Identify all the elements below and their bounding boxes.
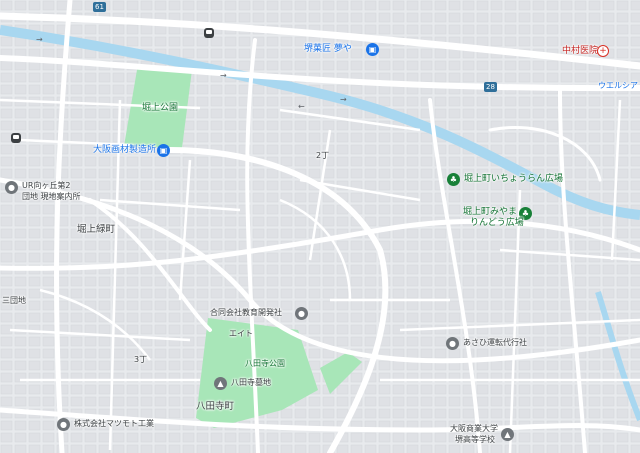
osaka-shogyo-label[interactable]: 大阪商業大学	[450, 425, 498, 433]
gray-circle-icon[interactable]: ●	[57, 418, 70, 431]
ur-mukogaoka-label-2[interactable]: 団地 現地案内所	[22, 193, 81, 201]
gray-circle-icon[interactable]: ●	[5, 181, 18, 194]
miyama-hiroba-label[interactable]: 堀上町みやま	[463, 208, 517, 217]
cross-icon[interactable]: +	[597, 45, 609, 57]
icho-hiroba-label[interactable]: 堀上町いちょうらん広場	[464, 175, 563, 184]
direction-arrow-icon: →	[340, 95, 347, 104]
bus-icon[interactable]	[11, 133, 21, 143]
gray-circle-icon[interactable]: ●	[446, 337, 459, 350]
osaka-shogyo-label-2[interactable]: 堺高等学校	[455, 436, 495, 444]
asahi-unten-label[interactable]: あさひ運転代行社	[463, 339, 527, 347]
chome2-label: 2丁	[316, 151, 330, 160]
miyama-hiroba-label-2[interactable]: りんどう広場	[470, 219, 524, 228]
ur-mukogaoka-label[interactable]: UR向ヶ丘第2	[22, 182, 71, 190]
direction-arrow-icon: ←	[298, 102, 305, 111]
nakamura-clinic-label[interactable]: 中村医院	[562, 47, 598, 56]
hattaji-bochi-label[interactable]: 八田寺墓地	[231, 379, 271, 387]
bus-icon[interactable]	[204, 28, 214, 38]
sakai-meika-label[interactable]: 堺菓匠 夢や	[304, 45, 352, 54]
horigami-park-label[interactable]: 堀上公園	[142, 104, 178, 113]
bag-icon[interactable]: ▣	[157, 144, 170, 157]
park-icon[interactable]: ♣	[447, 173, 460, 186]
osaka-gazai-label[interactable]: 大阪画材製造所	[93, 146, 156, 155]
map-canvas[interactable]: 61 28 → → → ← 堀上公園 大阪画材製造所 ▣ 堺菓匠 夢や ▣ 中村…	[0, 0, 640, 453]
hattaji-town-label: 八田寺町	[196, 401, 235, 412]
welcia-label[interactable]: ウエルシア	[598, 82, 638, 90]
hattaji-park-label[interactable]: 八田寺公園	[245, 360, 285, 368]
horigami-ryokucho-label: 堀上緑町	[77, 224, 116, 235]
eito-label[interactable]: エイト	[229, 330, 253, 338]
bag-icon[interactable]: ▣	[366, 43, 379, 56]
danchi-label: 三団地	[2, 296, 26, 305]
godo-kyoiku-label[interactable]: 合同会社教育開発社	[210, 309, 282, 317]
school-icon[interactable]: ▲	[501, 428, 514, 441]
cemetery-icon[interactable]: ▲	[214, 377, 227, 390]
direction-arrow-icon: →	[36, 35, 43, 44]
chome3-label: 3丁	[134, 355, 148, 364]
gray-circle-icon[interactable]: ●	[295, 307, 308, 320]
matsumoto-label[interactable]: 株式会社マツモト工業	[74, 420, 154, 428]
route-28-shield: 28	[484, 82, 497, 92]
direction-arrow-icon: →	[220, 71, 227, 80]
route-61-shield: 61	[93, 2, 106, 12]
